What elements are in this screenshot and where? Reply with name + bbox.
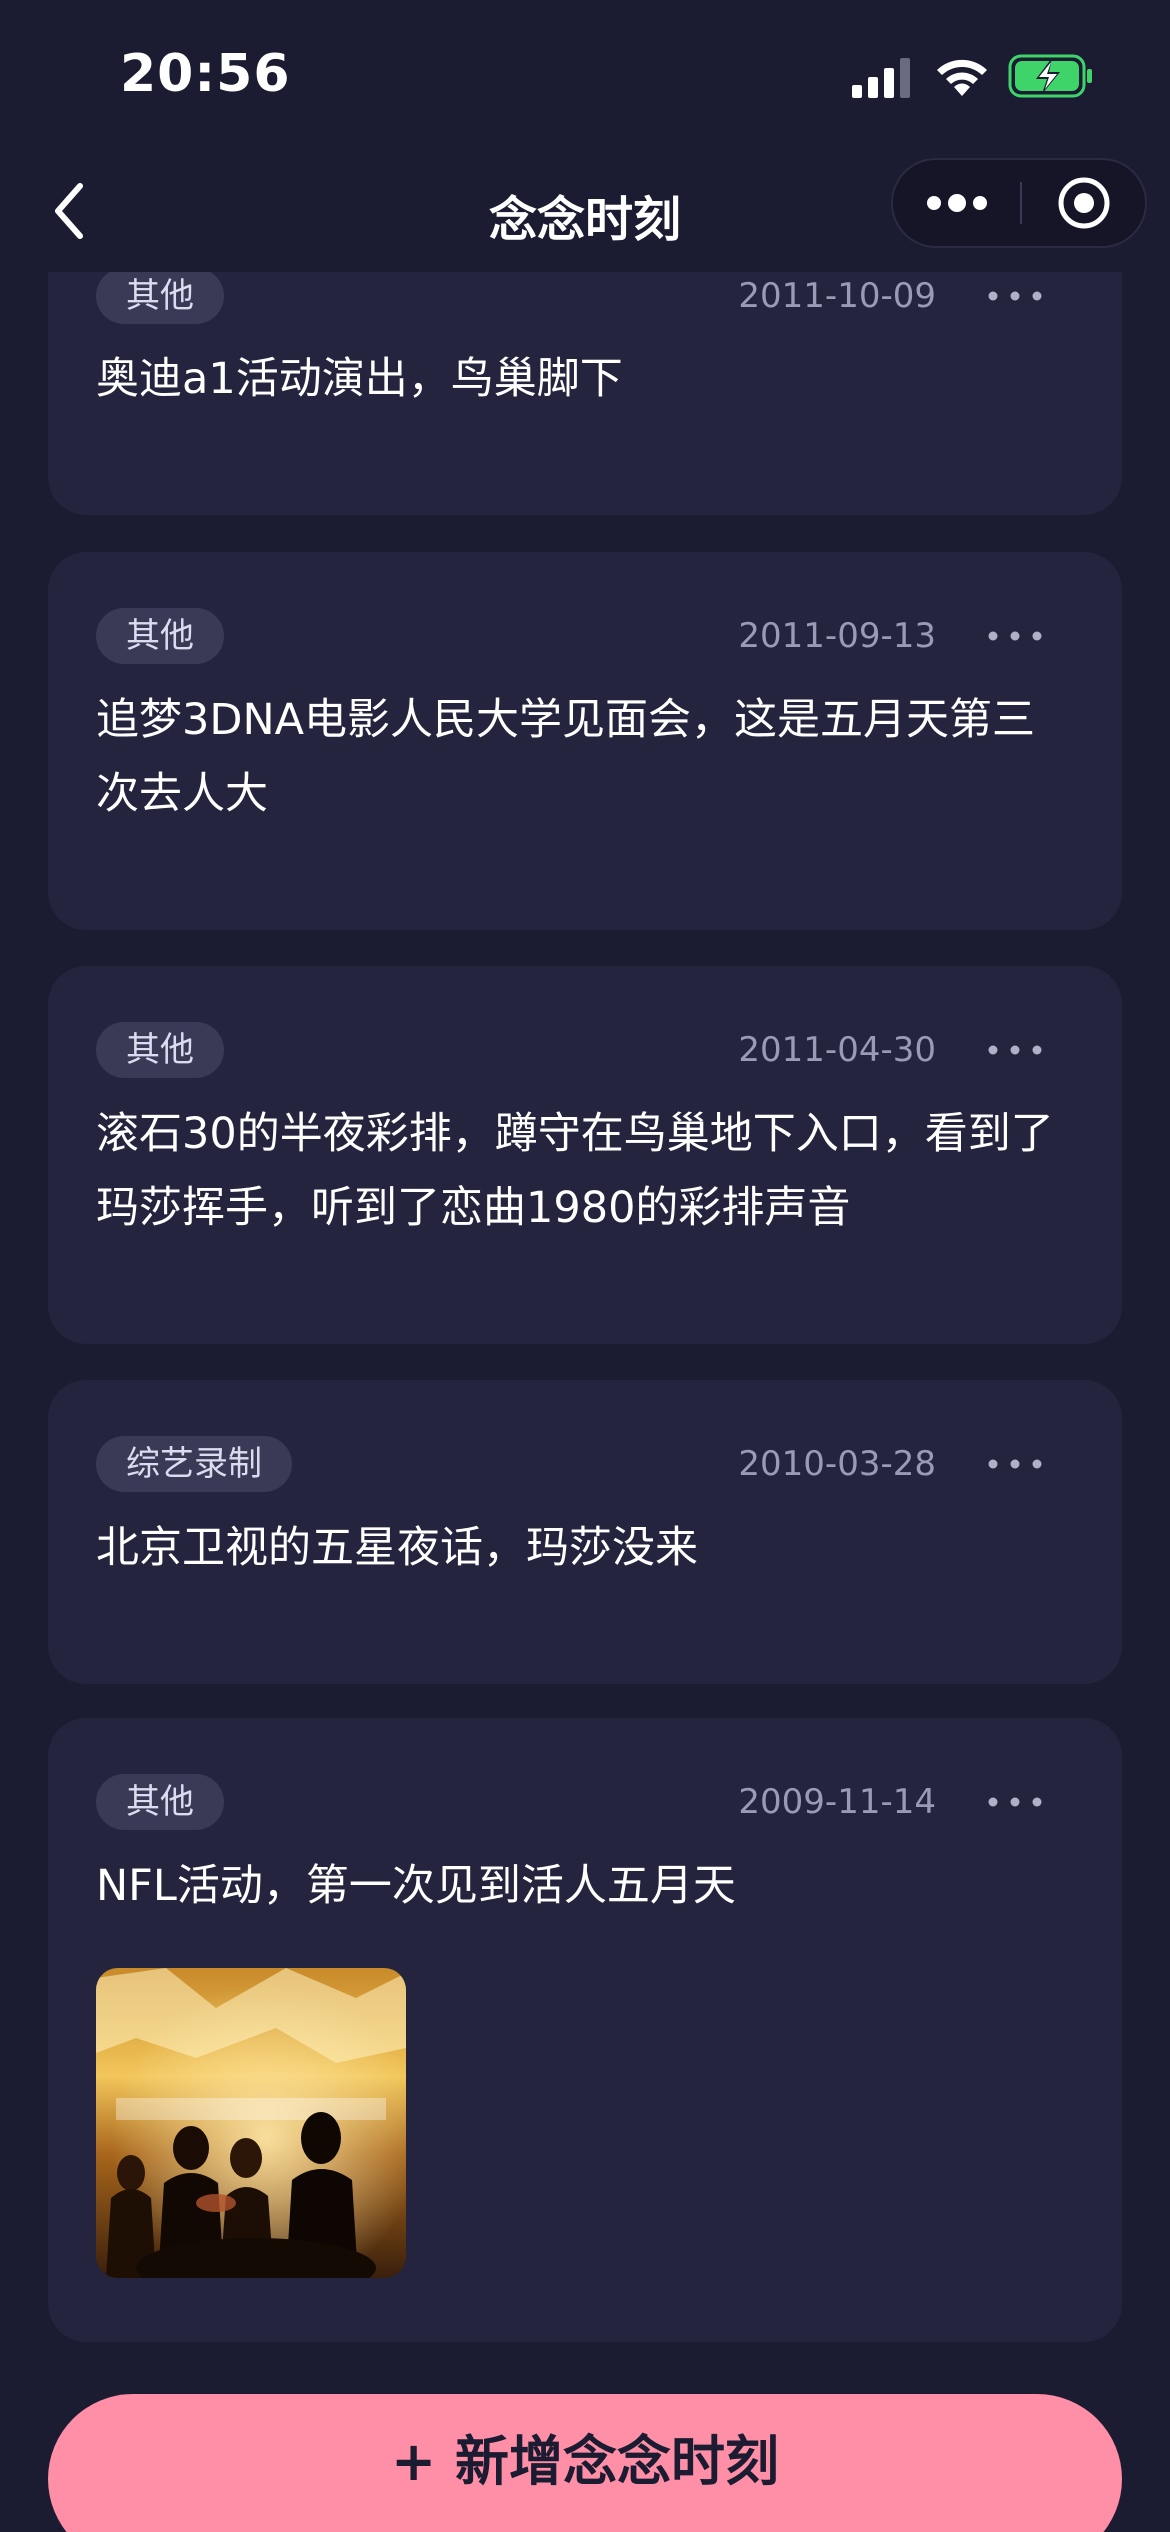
screen: 20:56 念念时刻 其他 2011-10-09 奥迪a1活动演出，鸟巢脚下 其… <box>0 0 1170 2532</box>
ellipsis-icon <box>988 1459 1042 1469</box>
moment-date: 2009-11-14 <box>738 1782 936 1822</box>
card-more-button[interactable] <box>980 1022 1050 1078</box>
moment-date: 2011-04-30 <box>738 1030 936 1070</box>
moment-card[interactable]: 其他 2011-04-30 滚石30的半夜彩排，蹲守在鸟巢地下入口，看到了玛莎挥… <box>48 966 1122 1344</box>
ellipsis-icon <box>988 291 1042 301</box>
status-time: 20:56 <box>120 44 291 104</box>
capsule-more-button[interactable] <box>893 160 1020 246</box>
more-dots-icon <box>926 194 987 212</box>
moment-text: 奥迪a1活动演出，鸟巢脚下 <box>96 354 623 404</box>
moment-text: 北京卫视的五星夜话，玛莎没来 <box>96 1523 698 1573</box>
moment-text: 滚石30的半夜彩排，蹲守在鸟巢地下入口，看到了玛莎挥手，听到了恋曲1980的彩排… <box>96 1109 1054 1233</box>
category-tag: 其他 <box>96 608 224 664</box>
status-bar: 20:56 <box>0 0 1170 150</box>
card-more-button[interactable] <box>980 272 1050 324</box>
moment-date: 2011-10-09 <box>738 276 936 316</box>
add-moment-button[interactable]: + 新增念念时刻 <box>48 2394 1122 2532</box>
wifi-icon <box>937 59 987 96</box>
capsule-close-button[interactable] <box>1022 160 1145 246</box>
category-tag: 综艺录制 <box>96 1436 292 1492</box>
moment-date: 2010-03-28 <box>738 1444 936 1484</box>
target-icon <box>1058 177 1109 229</box>
battery-charging-icon <box>1008 54 1092 98</box>
moment-card[interactable]: 综艺录制 2010-03-28 北京卫视的五星夜话，玛莎没来 <box>48 1380 1122 1684</box>
nav-bar: 念念时刻 <box>0 150 1170 272</box>
card-more-button[interactable] <box>980 608 1050 664</box>
moments-feed[interactable]: 其他 2011-10-09 奥迪a1活动演出，鸟巢脚下 其他 2011-09-1… <box>0 272 1170 2532</box>
moment-text: 追梦3DNA电影人民大学见面会，这是五月天第三次去人大 <box>96 695 1036 819</box>
moment-card[interactable]: 其他 2011-09-13 追梦3DNA电影人民大学见面会，这是五月天第三次去人… <box>48 552 1122 930</box>
ellipsis-icon <box>988 631 1042 641</box>
moment-text: NFL活动，第一次见到活人五月天 <box>96 1861 736 1911</box>
category-tag: 其他 <box>96 1774 224 1830</box>
event-photo-image <box>96 1968 406 2278</box>
card-more-button[interactable] <box>980 1436 1050 1492</box>
ellipsis-icon <box>988 1797 1042 1807</box>
mini-program-capsule <box>891 158 1147 248</box>
moment-card[interactable]: 其他 2009-11-14 NFL活动，第一次见到活人五月天 <box>48 1718 1122 2342</box>
category-tag: 其他 <box>96 272 224 324</box>
card-more-button[interactable] <box>980 1774 1050 1830</box>
category-tag: 其他 <box>96 1022 224 1078</box>
ellipsis-icon <box>988 1045 1042 1055</box>
moment-date: 2011-09-13 <box>738 616 936 656</box>
moment-card[interactable]: 其他 2011-10-09 奥迪a1活动演出，鸟巢脚下 <box>48 272 1122 515</box>
signal-icon <box>852 58 910 98</box>
moment-photo[interactable] <box>96 1968 406 2278</box>
